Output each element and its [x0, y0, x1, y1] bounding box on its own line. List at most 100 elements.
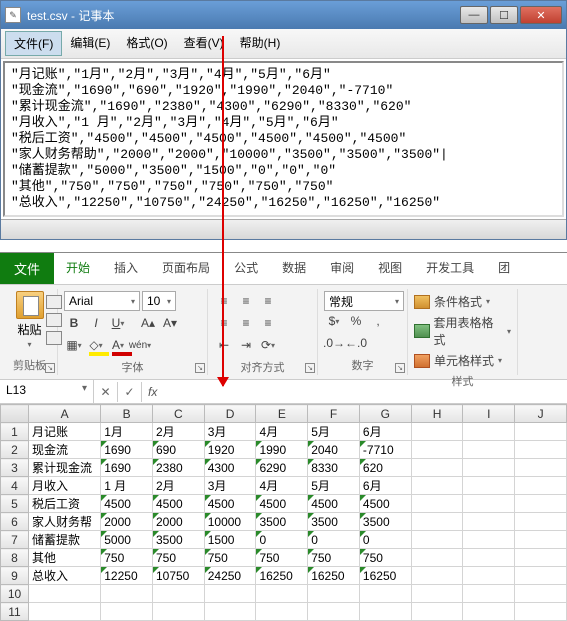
cell-I5[interactable]	[463, 495, 515, 513]
tab-data[interactable]: 数据	[270, 253, 318, 284]
cell-I6[interactable]	[463, 513, 515, 531]
cell-H8[interactable]	[411, 549, 463, 567]
accounting-button[interactable]: $▾	[324, 311, 344, 331]
cell-G4[interactable]: 6月	[359, 477, 411, 495]
align-top-button[interactable]: ≡	[214, 291, 234, 311]
row-header-4[interactable]: 4	[1, 477, 29, 495]
menu-file[interactable]: 文件(F)	[5, 31, 62, 56]
cell-B6[interactable]: 2000	[101, 513, 153, 531]
cell-F2[interactable]: 2040	[308, 441, 360, 459]
cell-F1[interactable]: 5月	[308, 423, 360, 441]
cell-style-button[interactable]: 单元格样式▾	[414, 350, 511, 371]
col-header-A[interactable]: A	[29, 405, 101, 423]
col-header-G[interactable]: G	[359, 405, 411, 423]
cell-H3[interactable]	[411, 459, 463, 477]
cell-I3[interactable]	[463, 459, 515, 477]
cell-E8[interactable]: 750	[256, 549, 308, 567]
cell-D3[interactable]: 4300	[204, 459, 256, 477]
cell-I9[interactable]	[463, 567, 515, 585]
cell-F8[interactable]: 750	[308, 549, 360, 567]
align-bottom-button[interactable]: ≡	[258, 291, 278, 311]
cell-A4[interactable]: 月收入	[29, 477, 101, 495]
align-left-button[interactable]: ≡	[214, 313, 234, 333]
cell-G3[interactable]: 620	[359, 459, 411, 477]
cell-C3[interactable]: 2380	[152, 459, 204, 477]
cell-H2[interactable]	[411, 441, 463, 459]
minimize-button[interactable]: —	[460, 6, 488, 24]
cell-D8[interactable]: 750	[204, 549, 256, 567]
cell-C2[interactable]: 690	[152, 441, 204, 459]
row-header-1[interactable]: 1	[1, 423, 29, 441]
border-button[interactable]: ▦▾	[64, 335, 84, 355]
number-format-select[interactable]: 常规▾	[324, 291, 404, 311]
row-header-6[interactable]: 6	[1, 513, 29, 531]
bold-button[interactable]: B	[64, 313, 84, 333]
cell-H9[interactable]	[411, 567, 463, 585]
percent-button[interactable]: %	[346, 311, 366, 331]
font-launcher[interactable]: ↘	[195, 363, 205, 373]
fill-color-button[interactable]: ◇▾	[86, 335, 106, 355]
tab-formula[interactable]: 公式	[222, 253, 270, 284]
orientation-button[interactable]: ⟳▾	[258, 335, 278, 355]
cell-C8[interactable]: 750	[152, 549, 204, 567]
decrease-decimal-button[interactable]: ←.0	[346, 333, 366, 353]
cell-D11[interactable]	[204, 603, 256, 621]
cell-E9[interactable]: 16250	[256, 567, 308, 585]
cell-J5[interactable]	[515, 495, 567, 513]
cell-J4[interactable]	[515, 477, 567, 495]
cell-F11[interactable]	[308, 603, 360, 621]
increase-decimal-button[interactable]: .0→	[324, 333, 344, 353]
cell-G8[interactable]: 750	[359, 549, 411, 567]
cell-D6[interactable]: 10000	[204, 513, 256, 531]
cell-F10[interactable]	[308, 585, 360, 603]
col-header-I[interactable]: I	[463, 405, 515, 423]
cell-D1[interactable]: 3月	[204, 423, 256, 441]
row-header-8[interactable]: 8	[1, 549, 29, 567]
cell-A3[interactable]: 累计现金流	[29, 459, 101, 477]
cell-F6[interactable]: 3500	[308, 513, 360, 531]
cell-F7[interactable]: 0	[308, 531, 360, 549]
tab-layout[interactable]: 页面布局	[150, 253, 222, 284]
cell-J10[interactable]	[515, 585, 567, 603]
table-format-button[interactable]: 套用表格格式▾	[414, 312, 511, 350]
cell-E5[interactable]: 4500	[256, 495, 308, 513]
align-right-button[interactable]: ≡	[258, 313, 278, 333]
col-header-C[interactable]: C	[152, 405, 204, 423]
menu-format[interactable]: 格式(O)	[118, 31, 175, 56]
cell-G7[interactable]: 0	[359, 531, 411, 549]
align-center-button[interactable]: ≡	[236, 313, 256, 333]
cell-E2[interactable]: 1990	[256, 441, 308, 459]
row-header-9[interactable]: 9	[1, 567, 29, 585]
cell-B4[interactable]: 1 月	[101, 477, 153, 495]
tab-home[interactable]: 开始	[54, 253, 102, 284]
cell-B3[interactable]: 1690	[101, 459, 153, 477]
cell-F4[interactable]: 5月	[308, 477, 360, 495]
grow-font-button[interactable]: A▴	[138, 313, 158, 333]
cancel-formula-button[interactable]: ✕	[94, 382, 118, 402]
cell-J6[interactable]	[515, 513, 567, 531]
conditional-format-button[interactable]: 条件格式▾	[414, 291, 511, 312]
cell-C9[interactable]: 10750	[152, 567, 204, 585]
cell-G2[interactable]: -7710	[359, 441, 411, 459]
tab-insert[interactable]: 插入	[102, 253, 150, 284]
cell-C7[interactable]: 3500	[152, 531, 204, 549]
row-header-3[interactable]: 3	[1, 459, 29, 477]
cell-B1[interactable]: 1月	[101, 423, 153, 441]
cell-J8[interactable]	[515, 549, 567, 567]
col-header-H[interactable]: H	[411, 405, 463, 423]
cell-B9[interactable]: 12250	[101, 567, 153, 585]
cell-A7[interactable]: 储蓄提款	[29, 531, 101, 549]
cell-G6[interactable]: 3500	[359, 513, 411, 531]
cell-B7[interactable]: 5000	[101, 531, 153, 549]
paste-button[interactable]: 粘贴 ▾	[8, 291, 51, 349]
indent-decrease-button[interactable]: ⇤	[214, 335, 234, 355]
underline-button[interactable]: U▾	[108, 313, 128, 333]
enter-formula-button[interactable]: ✓	[118, 382, 142, 402]
cell-D2[interactable]: 1920	[204, 441, 256, 459]
cell-E10[interactable]	[256, 585, 308, 603]
col-header-D[interactable]: D	[204, 405, 256, 423]
cell-I1[interactable]	[463, 423, 515, 441]
cell-H7[interactable]	[411, 531, 463, 549]
comma-button[interactable]: ,	[368, 311, 388, 331]
notepad-textarea[interactable]: "月记账","1月","2月","3月","4月","5月","6月" "现金流…	[3, 61, 564, 217]
